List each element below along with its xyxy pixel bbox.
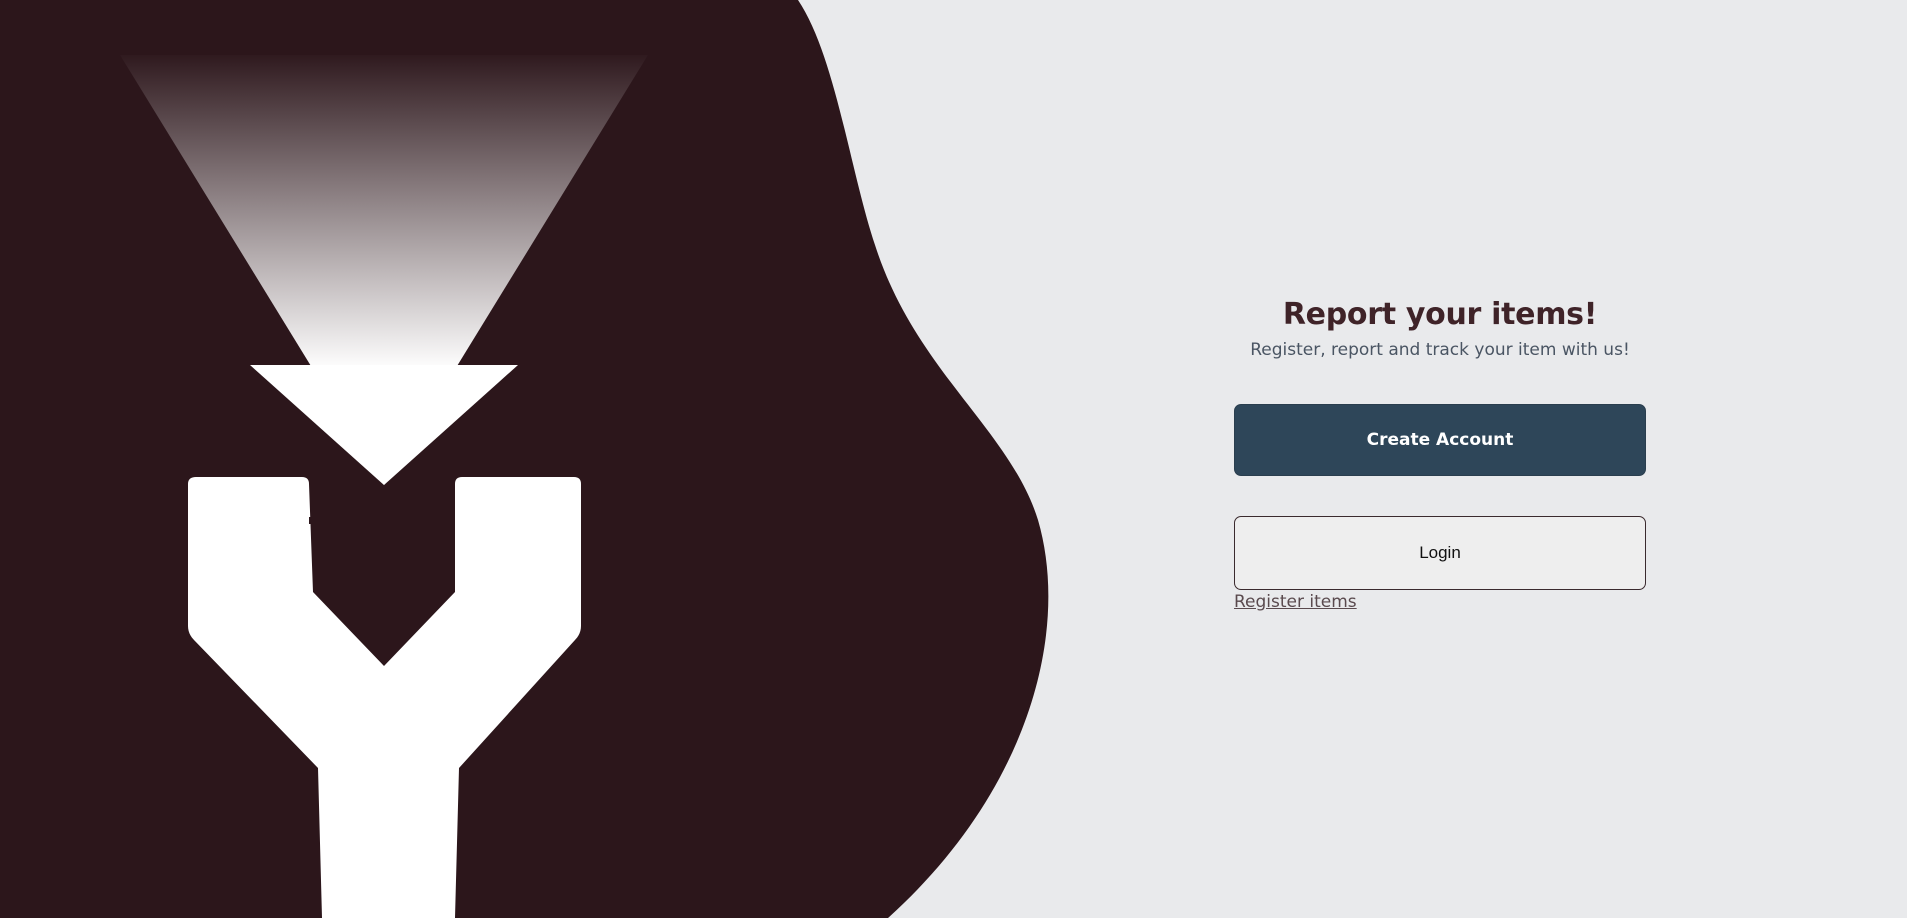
page-title: Report your items! <box>1282 297 1598 332</box>
page-subtitle: Register, report and track your item wit… <box>1250 340 1630 360</box>
landing-page: Report your items! Register, report and … <box>0 0 1907 918</box>
register-items-link[interactable]: Register items <box>1234 592 1357 612</box>
create-account-button[interactable]: Create Account <box>1234 404 1646 476</box>
welcome-panel: Report your items! Register, report and … <box>1234 294 1646 612</box>
login-button[interactable]: Login <box>1234 516 1646 590</box>
